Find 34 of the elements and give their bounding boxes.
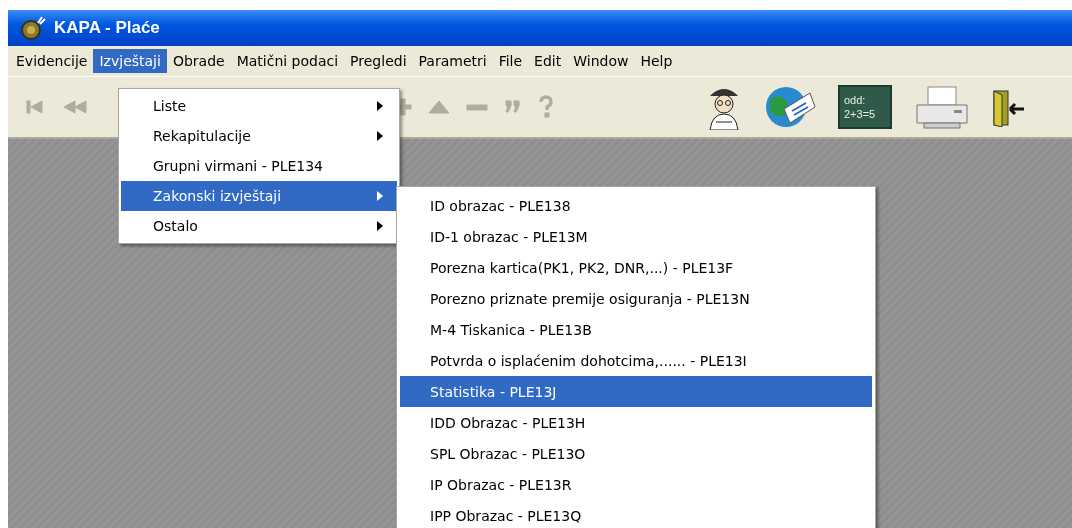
submenu-item[interactable]: ID obrazac - PLE138 xyxy=(400,190,872,221)
chalkboard-text: odd: xyxy=(844,93,867,107)
menu-item[interactable]: Ostalo xyxy=(121,211,397,241)
submenu-item[interactable]: Porezna kartica(PK1, PK2, DNR,...) - PLE13F xyxy=(400,252,872,283)
submenu-item[interactable]: M-4 Tiskanica - PLE13B xyxy=(400,314,872,345)
submenu-item[interactable]: SPL Obrazac - PLE13O xyxy=(400,438,872,469)
menu-bar-item[interactable]: File xyxy=(492,49,529,73)
menu-item[interactable]: Rekapitulacije xyxy=(121,121,397,151)
submenu-item[interactable]: IP Obrazac - PLE13R xyxy=(400,469,872,500)
submenu-item[interactable]: Potvrda o isplaćenim dohotcima,...... - PLE13I xyxy=(400,345,872,376)
snail-icon xyxy=(20,15,46,41)
door-exit-icon[interactable] xyxy=(992,87,1024,127)
globe-envelope-icon[interactable] xyxy=(764,85,816,129)
chalkboard-icon[interactable]: odd: 2+3=5 xyxy=(838,85,892,129)
submenu-item[interactable]: IPP Obrazac - PLE13Q xyxy=(400,500,872,528)
submenu-item[interactable]: Porezno priznate premije osiguranja - PLE13N xyxy=(400,283,872,314)
menu-bar-item[interactable]: Parametri xyxy=(412,49,493,73)
menu-bar-item[interactable]: Window xyxy=(567,49,635,73)
menu-bar-item[interactable]: Obrade xyxy=(166,49,231,73)
submenu-item[interactable]: ID-1 obrazac - PLE13M xyxy=(400,221,872,252)
submenu-item[interactable]: Statistika - PLE13J xyxy=(400,376,872,407)
menu-item[interactable]: Zakonski izvještaji xyxy=(121,181,397,211)
menu-item[interactable]: Liste xyxy=(121,91,397,121)
menu-bar-item[interactable]: Matični podaci xyxy=(230,49,345,73)
chalkboard-text: 2+3=5 xyxy=(844,107,877,121)
menu-bar-item[interactable]: Evidencije xyxy=(10,49,94,73)
printer-icon[interactable] xyxy=(914,85,970,129)
menu-bar-item[interactable]: Pregledi xyxy=(344,49,413,73)
submenu-item[interactable]: IDD Obrazac - PLE13H xyxy=(400,407,872,438)
menu-bar-item[interactable]: Edit xyxy=(528,49,568,73)
menu-item[interactable]: Grupni virmani - PLE134 xyxy=(121,151,397,181)
menu-bar-item[interactable]: Izvještaji xyxy=(93,49,167,73)
window-title: KAPA - Plaće xyxy=(54,18,160,38)
menu-bar-item[interactable]: Help xyxy=(634,49,679,73)
